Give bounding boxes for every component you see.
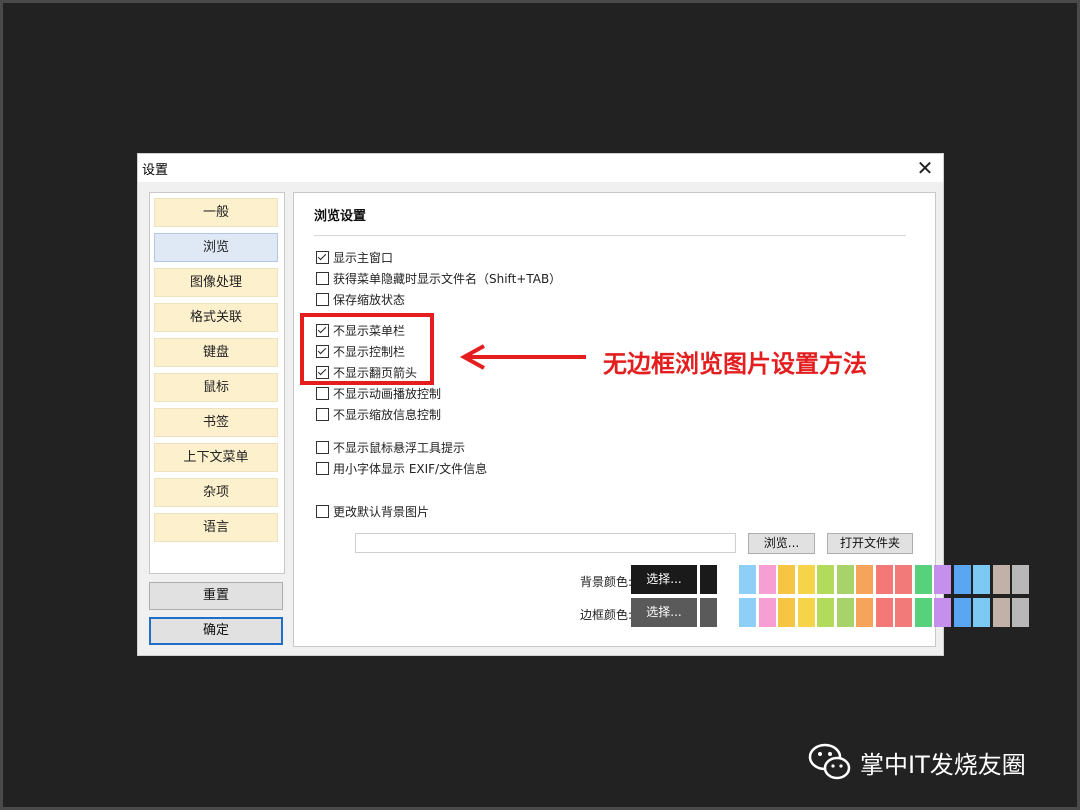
checkbox[interactable] <box>316 461 329 475</box>
annotation-arrow-icon <box>459 344 586 370</box>
option-show-filename-when-menu-hidden[interactable]: 获得菜单隐藏时显示文件名（Shift+TAB） <box>316 269 561 287</box>
window-title: 设置 <box>142 163 169 178</box>
section-divider <box>314 235 906 236</box>
option-hide-animation-control[interactable]: 不显示动画播放控制 <box>316 384 441 402</box>
checkbox[interactable] <box>316 250 329 264</box>
section-title: 浏览设置 <box>314 209 367 224</box>
color-swatch[interactable] <box>817 565 834 594</box>
color-swatch[interactable] <box>856 565 873 594</box>
color-swatch[interactable] <box>836 598 854 627</box>
watermark: 掌中IT发烧友圈 <box>808 742 1026 782</box>
reset-button[interactable]: 重置 <box>149 582 283 610</box>
color-swatch[interactable] <box>934 598 951 627</box>
color-swatch[interactable] <box>719 598 737 627</box>
sidebar-item-file-association[interactable]: 格式关联 <box>154 303 278 332</box>
sidebar-item-image-processing[interactable]: 图像处理 <box>154 268 278 297</box>
checkbox[interactable] <box>316 440 329 454</box>
background-color-label: 背景颜色: <box>579 575 632 589</box>
sidebar-item-misc[interactable]: 杂项 <box>154 478 278 507</box>
border-color-label: 边框颜色: <box>579 608 632 622</box>
color-swatch[interactable] <box>739 598 756 627</box>
option-hide-mouse-tooltip[interactable]: 不显示鼠标悬浮工具提示 <box>316 438 465 456</box>
option-label: 不显示鼠标悬浮工具提示 <box>333 440 466 455</box>
sidebar-item-general[interactable]: 一般 <box>154 198 278 227</box>
settings-dialog: 设置 ✕ 一般 浏览 图像处理 格式关联 键盘 鼠标 书签 上下文菜单 杂项 语… <box>137 153 1029 656</box>
color-swatch[interactable] <box>817 598 834 627</box>
background-image-path-input[interactable] <box>355 533 736 553</box>
color-swatch[interactable] <box>700 565 717 594</box>
color-swatch[interactable] <box>836 565 854 594</box>
color-swatch[interactable] <box>1012 598 1029 627</box>
option-save-zoom-state[interactable]: 保存缩放状态 <box>316 290 405 308</box>
sidebar-item-language[interactable]: 语言 <box>154 513 278 542</box>
color-swatch[interactable] <box>719 565 737 594</box>
option-label: 用小字体显示 EXIF/文件信息 <box>333 461 488 476</box>
watermark-text: 掌中IT发烧友圈 <box>860 750 1026 779</box>
option-label: 获得菜单隐藏时显示文件名（Shift+TAB） <box>333 271 562 286</box>
color-swatch[interactable] <box>953 598 971 627</box>
color-swatch[interactable] <box>953 565 971 594</box>
sidebar-item-bookmarks[interactable]: 书签 <box>154 408 278 437</box>
color-swatch[interactable] <box>797 598 815 627</box>
sidebar-item-mouse[interactable]: 鼠标 <box>154 373 278 402</box>
color-swatch[interactable] <box>700 598 717 627</box>
option-label: 不显示缩放信息控制 <box>333 407 442 422</box>
background-color-choose-button[interactable]: 选择... <box>631 565 697 594</box>
color-swatch[interactable] <box>914 565 932 594</box>
checkbox[interactable] <box>316 407 329 421</box>
browse-button[interactable]: 浏览... <box>748 533 815 554</box>
color-swatch[interactable] <box>1012 565 1029 594</box>
color-swatch[interactable] <box>914 598 932 627</box>
color-swatch[interactable] <box>992 598 1010 627</box>
option-label: 不显示动画播放控制 <box>333 386 442 401</box>
color-swatch[interactable] <box>992 565 1010 594</box>
color-swatch[interactable] <box>875 598 893 627</box>
checkbox[interactable] <box>316 386 329 400</box>
color-swatch[interactable] <box>778 565 795 594</box>
color-swatch[interactable] <box>758 565 776 594</box>
close-button[interactable]: ✕ <box>913 156 937 180</box>
color-swatch[interactable] <box>739 565 756 594</box>
sidebar-item-keyboard[interactable]: 键盘 <box>154 338 278 367</box>
color-swatch[interactable] <box>973 598 990 627</box>
option-label: 保存缩放状态 <box>333 292 406 307</box>
wechat-icon <box>808 743 851 780</box>
option-hide-zoom-info-control[interactable]: 不显示缩放信息控制 <box>316 405 441 423</box>
color-swatch[interactable] <box>758 598 776 627</box>
checkbox[interactable] <box>316 292 329 306</box>
color-swatch[interactable] <box>973 565 990 594</box>
color-swatch[interactable] <box>895 598 912 627</box>
sidebar-item-context-menu[interactable]: 上下文菜单 <box>154 443 278 472</box>
browse-settings-panel: 浏览设置 显示主窗口 获得菜单隐藏时显示文件名（Shift+TAB） 保存缩放状… <box>293 192 1029 647</box>
annotation-text: 无边框浏览图片设置方法 <box>603 350 867 378</box>
option-small-font-exif[interactable]: 用小字体显示 EXIF/文件信息 <box>316 459 487 477</box>
border-color-choose-button[interactable]: 选择... <box>631 598 697 627</box>
ok-button[interactable]: 确定 <box>149 617 283 645</box>
annotation-highlight-box <box>300 313 434 385</box>
color-swatch[interactable] <box>934 565 951 594</box>
option-change-default-background[interactable]: 更改默认背景图片 <box>316 502 429 520</box>
option-label: 更改默认背景图片 <box>333 504 430 519</box>
checkbox[interactable] <box>316 271 329 285</box>
option-label: 显示主窗口 <box>333 250 394 265</box>
checkbox[interactable] <box>316 504 329 518</box>
title-bar: 设置 ✕ <box>138 154 943 182</box>
color-swatch[interactable] <box>895 565 912 594</box>
color-swatch[interactable] <box>856 598 873 627</box>
option-show-main-window[interactable]: 显示主窗口 <box>316 248 393 266</box>
color-swatch[interactable] <box>778 598 795 627</box>
sidebar: 一般 浏览 图像处理 格式关联 键盘 鼠标 书签 上下文菜单 杂项 语言 <box>149 192 285 574</box>
open-folder-button[interactable]: 打开文件夹 <box>827 533 913 554</box>
color-swatch[interactable] <box>875 565 893 594</box>
color-swatch[interactable] <box>797 565 815 594</box>
sidebar-item-browse[interactable]: 浏览 <box>154 233 278 262</box>
